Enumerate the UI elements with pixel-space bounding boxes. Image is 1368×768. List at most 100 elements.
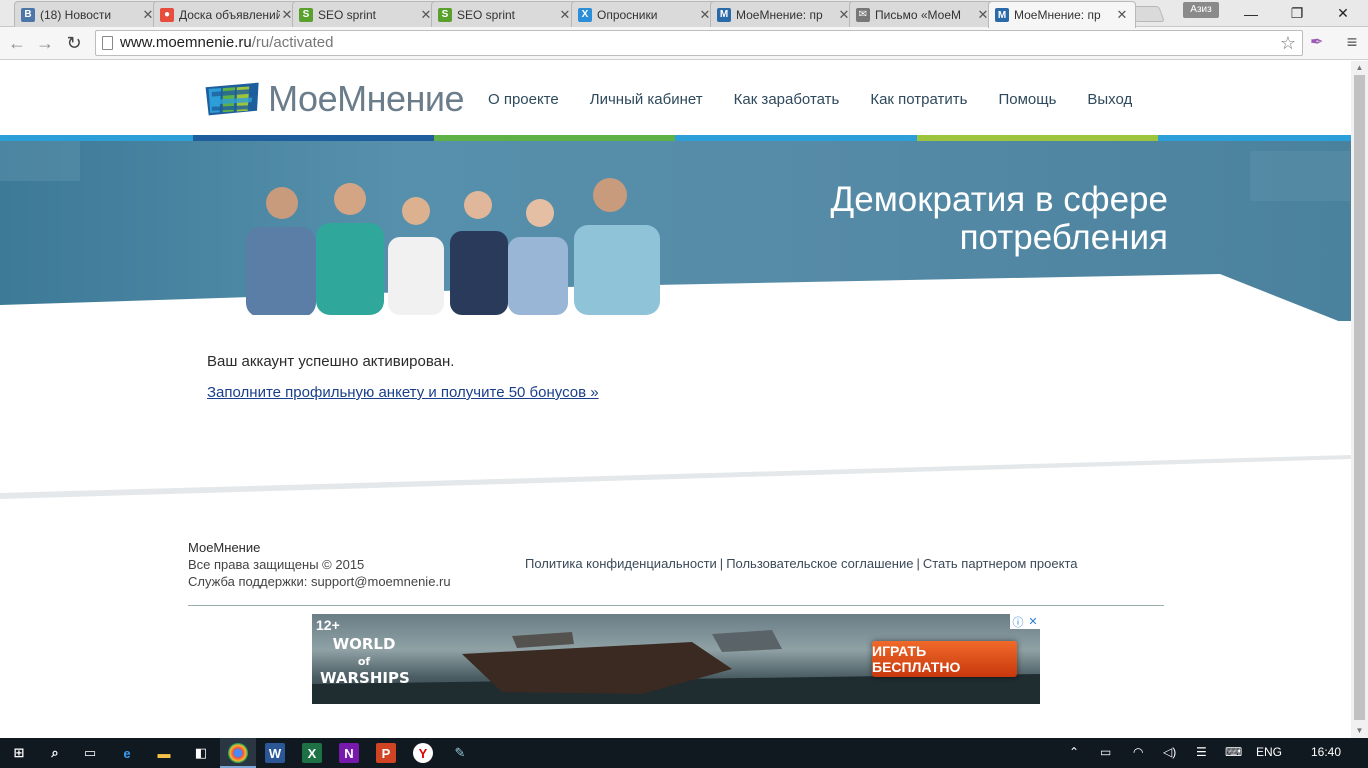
site-footer: МоеМнение Все права защищены © 2015 Служ…	[188, 539, 1164, 606]
tab-mail[interactable]: ✉ Письмо «МоеМ ✕	[849, 1, 997, 27]
section-divider	[0, 455, 1351, 499]
excel-icon[interactable]: X	[302, 743, 322, 763]
ad-banner[interactable]: 12+ WORLD of WARSHIPS ИГРАТЬ БЕСПЛАТНО ⓘ…	[312, 614, 1040, 704]
close-window-icon[interactable]: ✕	[1320, 0, 1366, 27]
seosprint-icon: S	[299, 7, 313, 22]
moemnenie-icon: М	[995, 8, 1009, 22]
clock[interactable]: 16:40	[1311, 745, 1341, 759]
search-icon[interactable]: ⌕	[45, 743, 65, 763]
tab-moemnenie-active[interactable]: М МоеМнение: пр ✕	[988, 1, 1136, 28]
url-path: /ru/activated	[251, 34, 334, 51]
scroll-up-icon[interactable]: ▲	[1351, 61, 1368, 75]
paint-icon[interactable]: ✎	[450, 743, 470, 763]
tab-label: МоеМнение: пр	[736, 7, 823, 22]
keyboard-icon[interactable]: ⌨	[1225, 745, 1242, 759]
nav-about[interactable]: О проекте	[488, 91, 559, 108]
vk-icon: В	[21, 7, 35, 22]
url-host: www.moemnenie.ru	[120, 34, 252, 51]
tab-vk-news[interactable]: В (18) Новости ✕	[14, 1, 162, 27]
tab-label: Доска объявлений	[179, 7, 280, 22]
extension-feather-icon[interactable]: ✒	[1310, 32, 1330, 54]
people-photo	[246, 178, 660, 315]
tab-label: МоеМнение: пр	[1014, 8, 1101, 22]
logo-mark-icon	[205, 82, 259, 116]
site-logo[interactable]: МоеМнение	[204, 75, 464, 123]
footer-links: Политика конфиденциальности | Пользователь…	[525, 556, 1078, 571]
word-icon[interactable]: W	[265, 743, 285, 763]
seosprint-icon: S	[438, 7, 452, 22]
language-indicator[interactable]: ENG	[1256, 745, 1282, 759]
page-scrollbar[interactable]: ▲ ▼	[1351, 61, 1368, 738]
close-icon[interactable]: ✕	[1115, 7, 1129, 23]
play-free-button[interactable]: ИГРАТЬ БЕСПЛАТНО	[872, 641, 1017, 677]
ad-controls: ⓘ ✕	[1010, 614, 1040, 629]
x-icon: X	[578, 7, 592, 22]
ad-info-icon[interactable]: ⓘ	[1012, 614, 1023, 630]
main-nav: О проекте Личный кабинет Как заработать …	[488, 91, 1132, 108]
partner-link[interactable]: Стать партнером проекта	[923, 556, 1078, 571]
privacy-link[interactable]: Политика конфиденциальности	[525, 556, 717, 571]
tab-label: SEO sprint	[457, 7, 516, 22]
bookmark-star-icon[interactable]: ☆	[1280, 31, 1296, 55]
windows-taskbar: ⊞ ⌕ ▭ e ▬ ◧ W X N P Y ✎ ⌃ ▭ ◠ ◁) ☰ ⌨ ENG…	[0, 738, 1368, 768]
windows-start-icon[interactable]: ⊞	[9, 743, 29, 763]
minimize-icon[interactable]: —	[1228, 0, 1274, 27]
tab-label: SEO sprint	[318, 7, 377, 22]
tab-label: Письмо «МоеМ	[875, 7, 961, 22]
close-icon[interactable]: ✕	[558, 7, 572, 23]
hero-banner: Демократия в сфере потребления	[0, 141, 1351, 321]
wifi-icon[interactable]: ◠	[1133, 745, 1143, 759]
site-header: МоеМнение О проекте Личный кабинет Как з…	[0, 61, 1351, 136]
nav-spend[interactable]: Как потратить	[870, 91, 967, 108]
nav-earn[interactable]: Как заработать	[734, 91, 840, 108]
tray-chevron-icon[interactable]: ⌃	[1069, 745, 1079, 759]
forward-icon[interactable]: →	[33, 32, 57, 54]
restore-icon[interactable]: ❐	[1274, 0, 1320, 27]
battery-icon[interactable]: ▭	[1100, 745, 1111, 759]
browser-toolbar: ← → ↻ www.moemnenie.ru/ru/activated ☆ ✒ …	[0, 27, 1368, 60]
tab-surveys[interactable]: X Опросники ✕	[571, 1, 719, 27]
nav-cabinet[interactable]: Личный кабинет	[590, 91, 703, 108]
footer-support: Служба поддержки: support@moemnenie.ru	[188, 574, 451, 589]
store-icon[interactable]: ◧	[191, 743, 211, 763]
tab-seosprint-1[interactable]: S SEO sprint ✕	[292, 1, 440, 27]
tab-moemnenie-1[interactable]: М МоеМнение: пр ✕	[710, 1, 858, 27]
browser-tab-strip: В (18) Новости ✕ ● Доска объявлений ✕ S …	[0, 0, 1368, 28]
nav-logout[interactable]: Выход	[1087, 91, 1132, 108]
footer-brand: МоеМнение	[188, 540, 261, 555]
hero-title: Демократия в сфере потребления	[830, 180, 1168, 257]
game-logo: WORLD of WARSHIPS	[320, 635, 410, 687]
page-viewport: МоеМнение О проекте Личный кабинет Как з…	[0, 61, 1351, 738]
profile-badge[interactable]: Азиз	[1183, 2, 1219, 18]
reload-icon[interactable]: ↻	[62, 32, 86, 54]
tab-seosprint-2[interactable]: S SEO sprint ✕	[431, 1, 579, 27]
board-icon: ●	[160, 7, 174, 22]
ad-close-icon[interactable]: ✕	[1028, 615, 1037, 628]
volume-icon[interactable]: ◁)	[1163, 745, 1176, 759]
scroll-thumb[interactable]	[1354, 75, 1365, 720]
address-bar[interactable]: www.moemnenie.ru/ru/activated ☆	[95, 30, 1303, 56]
mail-icon: ✉	[856, 7, 870, 22]
notifications-icon[interactable]: ☰	[1196, 745, 1207, 759]
edge-icon[interactable]: e	[117, 743, 137, 763]
support-email-link[interactable]: support@moemnenie.ru	[311, 574, 451, 589]
tab-label: (18) Новости	[40, 7, 112, 22]
terms-link[interactable]: Пользовательское соглашение	[726, 556, 913, 571]
age-rating: 12+	[316, 617, 340, 633]
tab-board[interactable]: ● Доска объявлений ✕	[153, 1, 301, 27]
activation-message: Ваш аккаунт успешно активирован.	[207, 353, 455, 370]
fill-profile-link[interactable]: Заполните профильную анкету и получите 5…	[207, 384, 599, 401]
footer-rule	[188, 605, 1164, 606]
task-view-icon[interactable]: ▭	[80, 743, 100, 763]
yandex-icon[interactable]: Y	[413, 743, 433, 763]
powerpoint-icon[interactable]: P	[376, 743, 396, 763]
chrome-icon[interactable]	[228, 743, 248, 763]
back-icon[interactable]: ←	[5, 32, 29, 54]
logo-text: МоеМнение	[268, 78, 464, 119]
chrome-menu-icon[interactable]: ≡	[1342, 32, 1362, 54]
scroll-down-icon[interactable]: ▼	[1351, 724, 1368, 738]
explorer-icon[interactable]: ▬	[154, 743, 174, 763]
main-content: Ваш аккаунт успешно активирован. Заполни…	[207, 353, 1107, 402]
onenote-icon[interactable]: N	[339, 743, 359, 763]
nav-help[interactable]: Помощь	[998, 91, 1056, 108]
